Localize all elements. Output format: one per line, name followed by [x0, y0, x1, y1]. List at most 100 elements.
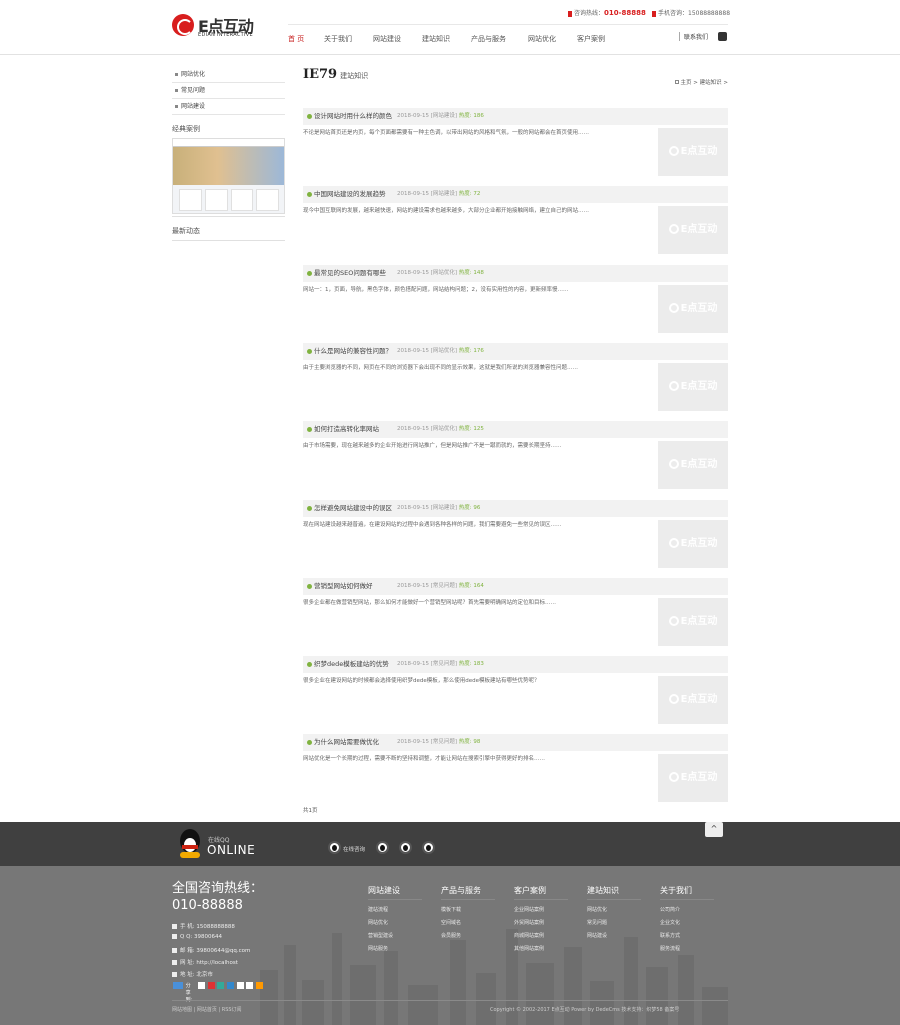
article-category[interactable]: [网站优化]: [431, 426, 457, 432]
home-icon: [674, 80, 679, 84]
phone-icon: [172, 924, 177, 929]
article-header: 什么是网站的兼容性问题？ 2018-09-15 [网站优化] 热度: 176: [303, 342, 728, 360]
footer-link[interactable]: 公司简介: [660, 906, 714, 913]
article-category[interactable]: [网站建设]: [431, 191, 457, 197]
article-thumbnail[interactable]: E点互动: [658, 362, 728, 411]
article-meta: 2018-09-15 [网站建设] 热度: 186: [397, 108, 484, 125]
footer-link[interactable]: 建站流程: [368, 906, 422, 913]
more-share-icon[interactable]: [255, 982, 263, 989]
qzone-share-icon[interactable]: [198, 982, 206, 989]
sidebar-item-faq[interactable]: 常见问题: [172, 83, 285, 99]
contact-link[interactable]: 联系我们: [679, 32, 708, 41]
online-label: ONLINE: [207, 843, 256, 857]
nav-about[interactable]: 关于我们: [324, 34, 352, 44]
article-title[interactable]: 营销型网站如何做好: [314, 582, 373, 590]
article-category[interactable]: [常见问题]: [431, 583, 457, 589]
nav-products[interactable]: 产品与服务: [471, 34, 506, 44]
article-title[interactable]: 最常见的SEO问题有哪些: [314, 269, 386, 277]
article-thumbnail[interactable]: E点互动: [658, 597, 728, 646]
footer-link[interactable]: 网站优化: [587, 906, 641, 913]
article-title[interactable]: 怎样避免网站建设中的误区: [314, 504, 392, 512]
logo-mark-icon: [668, 224, 679, 235]
sidebar-item-website[interactable]: 网站建设: [172, 99, 285, 115]
nav-website[interactable]: 网站建设: [373, 34, 401, 44]
site-logo[interactable]: E点互动 EDIAN INTERACTIVE: [172, 14, 262, 40]
footer-link[interactable]: 企业文化: [660, 919, 714, 926]
douban-share-icon[interactable]: [246, 982, 254, 989]
copyright: Copyright © 2002-2017 E点互动 Power by Dede…: [490, 1007, 680, 1013]
article-meta: 2018-09-15 [常见问题] 热度: 183: [397, 656, 484, 673]
qq-icon[interactable]: [376, 841, 389, 854]
footer-column-title: 网站建设: [368, 885, 422, 900]
article-category[interactable]: [常见问题]: [431, 739, 457, 745]
footer-link[interactable]: 会员服务: [441, 932, 495, 939]
nav-cases[interactable]: 客户案例: [577, 34, 605, 44]
article-thumbnail[interactable]: E点互动: [658, 519, 728, 568]
case-thumbnail[interactable]: [172, 138, 285, 214]
footer-link[interactable]: 联系方式: [660, 932, 714, 939]
article-title[interactable]: 为什么网站需要做优化: [314, 738, 379, 746]
footer-link[interactable]: 常见问题: [587, 919, 641, 926]
logo-mark-icon: [668, 772, 679, 783]
article-thumbnail[interactable]: E点互动: [658, 128, 728, 176]
hotline-number: 010-88888: [604, 9, 646, 17]
article-category[interactable]: [常见问题]: [431, 661, 457, 667]
footer-column: 关于我们 公司简介 企业文化 联系方式 服务流程: [660, 885, 714, 952]
article-thumbnail[interactable]: E点互动: [658, 284, 728, 333]
nav-knowledge[interactable]: 建站知识: [422, 34, 450, 44]
article-title[interactable]: 织梦dede模板建站的优势: [314, 660, 389, 668]
back-to-top-button[interactable]: ^: [705, 822, 723, 837]
article-title[interactable]: 中国网站建设的发展趋势: [314, 190, 386, 198]
article-date: 2018-09-15: [397, 113, 429, 119]
location-icon: [172, 972, 177, 977]
qq-share-icon[interactable]: [226, 982, 234, 989]
article-title[interactable]: 设计网站时用什么样的颜色: [314, 112, 392, 120]
footer-link[interactable]: 企业网站案例: [514, 906, 568, 913]
article-date: 2018-09-15: [397, 582, 429, 589]
article-category[interactable]: [网站优化]: [431, 270, 457, 276]
article-title[interactable]: 如何打造高转化率网站: [314, 425, 379, 433]
wechat-share-icon[interactable]: [217, 982, 225, 989]
footer-links[interactable]: 网站地图 | 网站首页 | RSS订阅: [172, 1006, 242, 1013]
article-category[interactable]: [网站优化]: [431, 348, 457, 354]
nav-seo[interactable]: 网站优化: [528, 34, 556, 44]
footer-link[interactable]: 其他网站案例: [514, 945, 568, 952]
article-header: 设计网站时用什么样的颜色 2018-09-15 [网站建设] 热度: 186: [303, 108, 728, 125]
footer-link[interactable]: 外贸网站案例: [514, 919, 568, 926]
breadcrumb[interactable]: 主页 > 建站知识 >: [674, 78, 728, 86]
footer-link[interactable]: 网站服务: [368, 945, 422, 952]
article-item: 设计网站时用什么样的颜色 2018-09-15 [网站建设] 热度: 186 不论是…: [303, 108, 728, 186]
article-thumbnail[interactable]: E点互动: [658, 206, 728, 255]
sidebar-item-seo[interactable]: 网站优化: [172, 67, 285, 83]
footer-link[interactable]: 服务流程: [660, 945, 714, 952]
footer-link[interactable]: 网站优化: [368, 919, 422, 926]
article-item: 最常见的SEO问题有哪些 2018-09-15 [网站优化] 热度: 148 网站一…: [303, 264, 728, 343]
article-thumbnail[interactable]: E点互动: [658, 441, 728, 490]
qq-icon[interactable]: [328, 841, 341, 854]
article-summary: 现在网站建设越来越普遍，在建设网站的过程中会遇到各种各样的问题，我们需要避免一些…: [303, 521, 562, 528]
footer-link[interactable]: 营销型建设: [368, 932, 422, 939]
qq-icon[interactable]: [422, 841, 435, 854]
article-thumbnail[interactable]: E点互动: [658, 676, 728, 725]
qq-label[interactable]: 在线咨询: [343, 845, 365, 853]
article-title[interactable]: 什么是网站的兼容性问题？: [314, 347, 392, 355]
footer-link[interactable]: 模板下载: [441, 906, 495, 913]
mobile-info: 手机咨询：15088888888: [652, 8, 730, 17]
article-category[interactable]: [网站建设]: [431, 505, 457, 511]
nav-home[interactable]: 首 页: [288, 34, 304, 44]
weibo-share-icon[interactable]: [207, 982, 215, 989]
article-summary: 由于主要浏览器的不同，网页在不同的浏览器下会出现不同的显示效果，这就是我们所说的…: [303, 364, 579, 371]
article-summary: 由于市场需要，现在越来越多的企业开始进行网站推广，但是网站推广不是一蹴而就的，需…: [303, 443, 562, 450]
logo-mark-icon: [668, 537, 679, 548]
article-item: 织梦dede模板建站的优势 2018-09-15 [常见问题] 热度: 183 很多…: [303, 656, 728, 734]
footer-link[interactable]: 空间域名: [441, 919, 495, 926]
user-icon[interactable]: [718, 32, 727, 41]
qq-icon[interactable]: [399, 841, 412, 854]
article-meta: 2018-09-15 [常见问题] 热度: 164: [397, 578, 484, 595]
footer-link[interactable]: 商城网站案例: [514, 932, 568, 939]
article-category[interactable]: [网站建设]: [431, 113, 457, 119]
article-header: 织梦dede模板建站的优势 2018-09-15 [常见问题] 热度: 183: [303, 656, 728, 674]
footer-link[interactable]: 网站建设: [587, 932, 641, 939]
renren-share-icon[interactable]: [236, 982, 244, 989]
article-thumbnail[interactable]: E点互动: [658, 754, 728, 803]
